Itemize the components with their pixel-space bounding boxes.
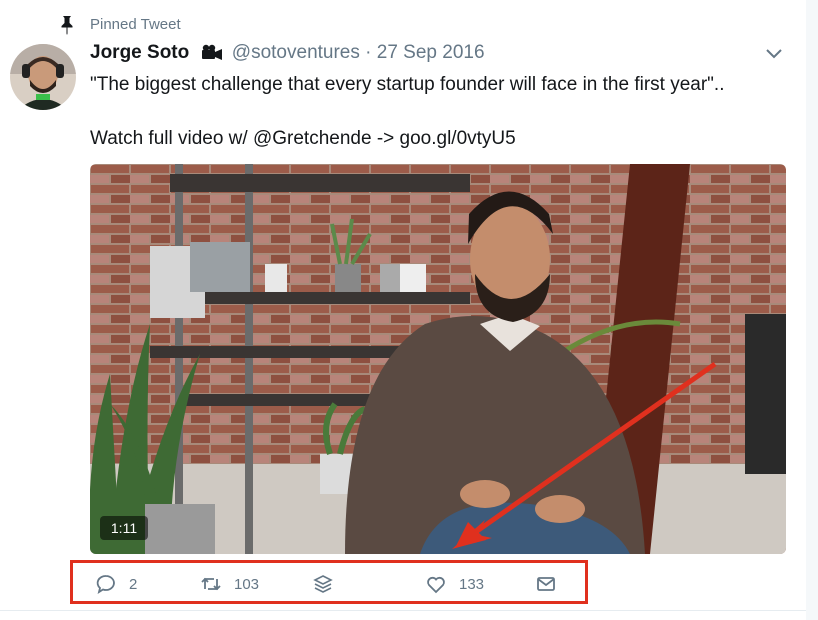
video-camera-icon [201, 44, 222, 60]
envelope-icon [537, 577, 555, 591]
pinned-tweet-label: Pinned Tweet [90, 16, 181, 33]
pin-icon [61, 16, 73, 35]
like-button[interactable]: 133 [425, 572, 484, 596]
tweet-text-line-2: Watch full video w/ @Gretchende -> goo.g… [90, 128, 516, 149]
retweet-button[interactable]: 103 [200, 572, 259, 596]
tweet-text: "The biggest challenge that every startu… [90, 72, 725, 152]
header-separator: · [365, 42, 372, 63]
retweet-count: 103 [234, 575, 260, 593]
video-thumbnail[interactable] [90, 164, 786, 554]
retweet-icon [201, 577, 221, 591]
reply-button[interactable]: 2 [95, 572, 137, 596]
like-count: 133 [459, 575, 485, 593]
reply-count: 2 [129, 575, 138, 593]
tweet-date[interactable]: 27 Sep 2016 [377, 42, 485, 63]
video-duration: 1:11 [100, 516, 148, 540]
layers-button[interactable] [312, 572, 334, 596]
avatar[interactable] [10, 44, 76, 110]
author-name[interactable]: Jorge Soto [90, 42, 189, 63]
page-scroll-gutter [806, 0, 818, 620]
tweet-text-line-1: "The biggest challenge that every startu… [90, 74, 725, 95]
tweet-header: Jorge Soto @sotoventures · 27 Sep 2016 [90, 42, 485, 64]
chevron-down-icon[interactable] [764, 46, 784, 62]
layers-icon [313, 575, 333, 593]
heart-icon [427, 576, 445, 594]
author-handle[interactable]: @sotoventures [232, 42, 360, 63]
direct-message-button[interactable] [535, 572, 557, 596]
reply-icon [96, 575, 115, 594]
